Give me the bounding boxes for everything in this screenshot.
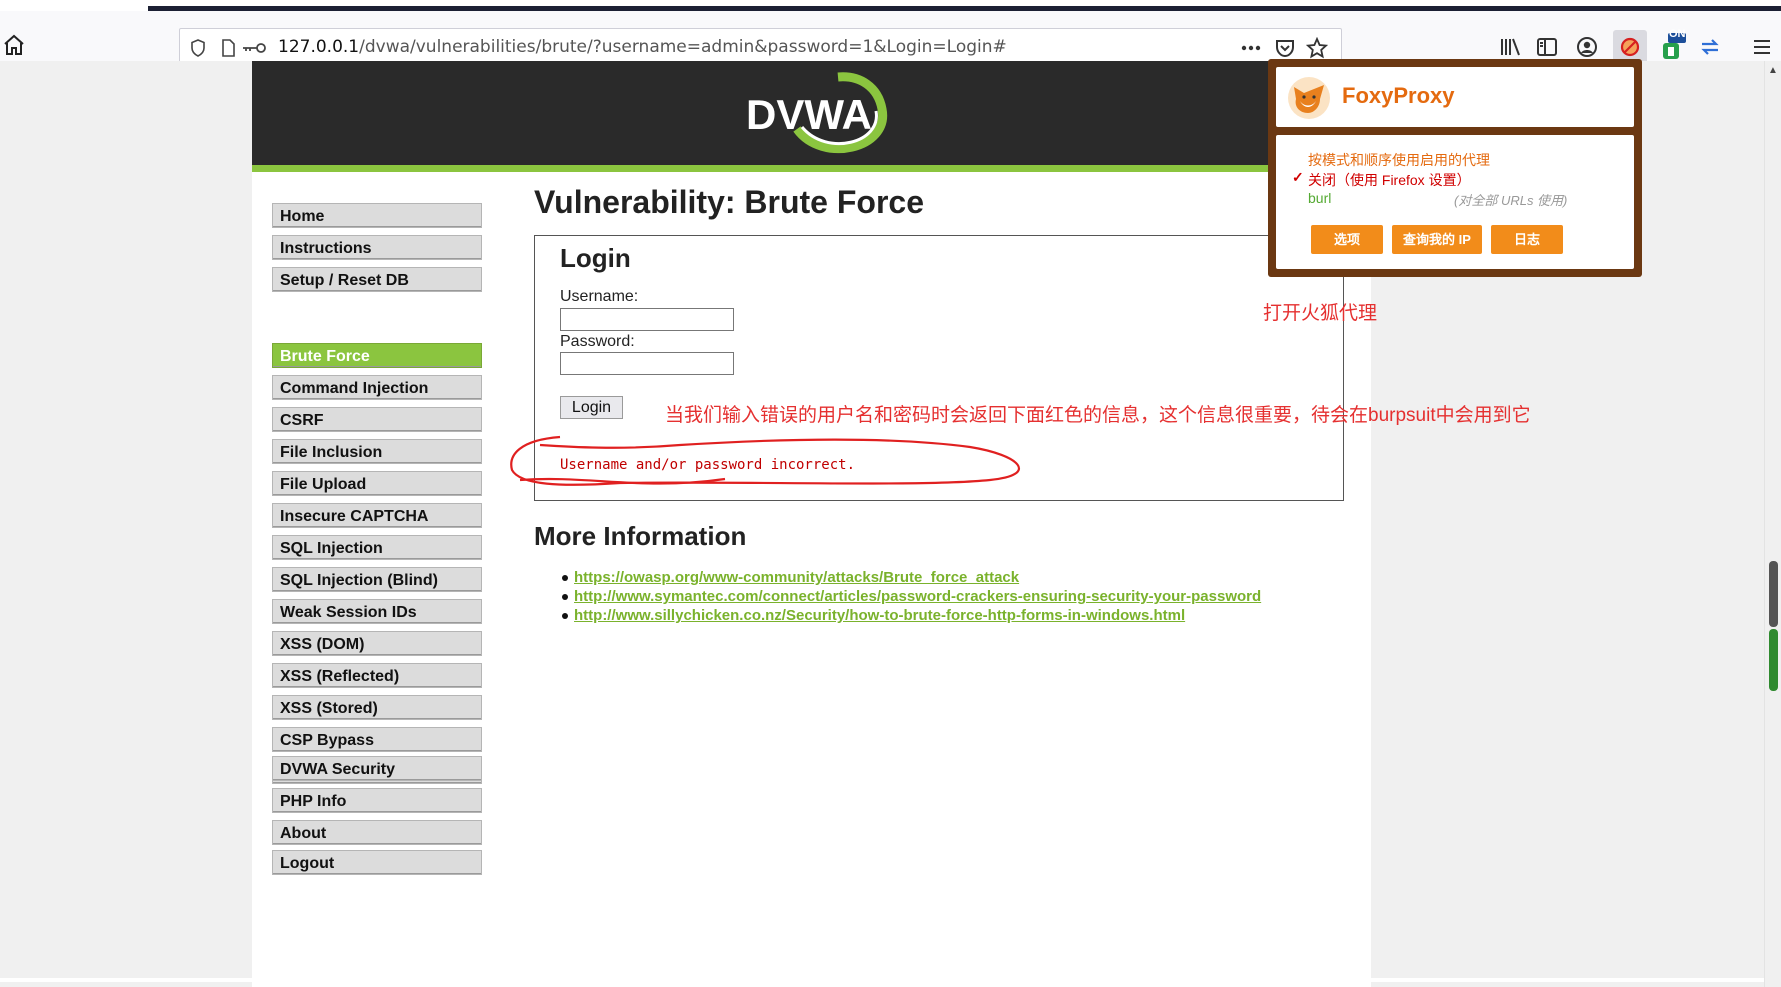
red-circle-scribble	[510, 435, 1021, 486]
url-host: 127.0.0.1	[278, 37, 360, 57]
url-text[interactable]: 127.0.0.1/dvwa/vulnerabilities/brute/?us…	[278, 37, 1007, 57]
foxyproxy-popup: FoxyProxy 按模式和顺序使用启用的代理 ✓ 关闭（使用 Firefox …	[1268, 59, 1642, 277]
sidebar-item-about[interactable]: About	[272, 820, 482, 845]
sidebar-item-command-injection[interactable]: Command Injection	[272, 375, 482, 400]
sidebar-item-logout[interactable]: Logout	[272, 850, 482, 875]
sync-icon[interactable]	[1698, 35, 1722, 59]
sidebar-item-dvwa-security[interactable]: DVWA Security	[272, 756, 482, 781]
username-label: Username:	[560, 288, 639, 305]
library-icon[interactable]	[1498, 35, 1522, 59]
header-green-bar	[252, 165, 1371, 172]
sidebar-item-php-info[interactable]: PHP Info	[272, 788, 482, 813]
list-item: http://www.symantec.com/connect/articles…	[562, 587, 1261, 606]
foxyproxy-off-icon	[1620, 37, 1640, 57]
account-icon[interactable]	[1575, 35, 1599, 59]
sidebar-item-csrf[interactable]: CSRF	[272, 407, 482, 432]
page-icon[interactable]	[218, 38, 238, 58]
foxyproxy-options: 按模式和顺序使用启用的代理 ✓ 关闭（使用 Firefox 设置） burl (…	[1276, 135, 1634, 269]
sidebar-item-home[interactable]: Home	[272, 203, 482, 228]
scroll-thumb[interactable]	[1769, 561, 1778, 627]
fox-logo-icon	[1288, 77, 1330, 119]
log-button[interactable]: 日志	[1491, 225, 1563, 254]
password-input[interactable]	[560, 352, 734, 375]
sidebar-item-file-upload[interactable]: File Upload	[272, 471, 482, 496]
sidebar-item-weak-session-ids[interactable]: Weak Session IDs	[272, 599, 482, 624]
proxy-scope-text: (对全部 URLs 使用)	[1454, 193, 1568, 208]
annotation-proxy-note: 打开火狐代理	[1263, 303, 1378, 324]
more-info-links: https://owasp.org/www-community/attacks/…	[562, 568, 1261, 625]
mode-off-option[interactable]: 关闭（使用 Firefox 设置）	[1308, 170, 1471, 190]
url-path: /dvwa/vulnerabilities/brute/?username=ad…	[359, 37, 1007, 57]
proxy-burl-option[interactable]: burl	[1308, 190, 1331, 206]
list-item: http://www.sillychicken.co.nz/Security/h…	[562, 606, 1261, 625]
shield-icon[interactable]	[188, 38, 208, 58]
extension-badge: ON	[1669, 28, 1686, 40]
annotation-error-note: 当我们输入错误的用户名和密码时会返回下面红色的信息，这个信息很重要，待会在bur…	[665, 405, 1531, 426]
scroll-thumb-marker	[1769, 629, 1778, 691]
pocket-icon[interactable]	[1274, 37, 1296, 59]
sidebar-item-setup-reset-db[interactable]: Setup / Reset DB	[272, 267, 482, 292]
bookmark-star-icon[interactable]	[1306, 37, 1328, 59]
svg-text:DVWA: DVWA	[746, 91, 872, 138]
symantec-link[interactable]: http://www.symantec.com/connect/articles…	[574, 588, 1261, 605]
sidebar-item-csp-bypass[interactable]: CSP Bypass	[272, 727, 482, 752]
login-button[interactable]: Login	[560, 396, 623, 419]
more-actions-icon[interactable]	[1240, 37, 1262, 59]
mode-patterns-option[interactable]: 按模式和顺序使用启用的代理	[1308, 150, 1490, 170]
check-icon: ✓	[1292, 169, 1304, 185]
browser-toolbar: 127.0.0.1/dvwa/vulnerabilities/brute/?us…	[0, 11, 1781, 68]
login-heading: Login	[560, 243, 631, 273]
sidebar-item-sql-injection[interactable]: SQL Injection	[272, 535, 482, 560]
list-item: https://owasp.org/www-community/attacks/…	[562, 568, 1261, 587]
sidebar-item-insecure-captcha[interactable]: Insecure CAPTCHA	[272, 503, 482, 528]
scroll-up-icon[interactable]: ▲	[1768, 65, 1778, 76]
sillychicken-link[interactable]: http://www.sillychicken.co.nz/Security/h…	[574, 607, 1185, 624]
owasp-link[interactable]: https://owasp.org/www-community/attacks/…	[574, 569, 1019, 586]
hamburger-menu-icon[interactable]	[1750, 35, 1774, 59]
vertical-scrollbar[interactable]: ▲	[1764, 61, 1781, 987]
dvwa-container: DVWA Home Instructions Setup / Reset DB Bru…	[252, 61, 1371, 987]
check-my-ip-button[interactable]: 查询我的 IP	[1392, 225, 1482, 254]
password-label: Password:	[560, 333, 635, 350]
home-icon[interactable]	[2, 33, 26, 57]
sidebar-item-brute-force[interactable]: Brute Force	[272, 343, 482, 368]
dvwa-header: DVWA	[252, 61, 1371, 165]
sidebar-item-instructions[interactable]: Instructions	[272, 235, 482, 260]
options-button[interactable]: 选项	[1311, 225, 1383, 254]
key-icon[interactable]	[240, 38, 268, 58]
sidebar-item-xss-dom[interactable]: XSS (DOM)	[272, 631, 482, 656]
sidebar-icon[interactable]	[1535, 35, 1559, 59]
page-title: Vulnerability: Brute Force	[534, 184, 924, 220]
foxyproxy-title: FoxyProxy	[1342, 83, 1455, 108]
more-info-heading: More Information	[534, 521, 747, 551]
foxyproxy-header: FoxyProxy	[1276, 67, 1634, 127]
sidebar-item-sql-injection-blind[interactable]: SQL Injection (Blind)	[272, 567, 482, 592]
dvwa-logo: DVWA	[746, 72, 888, 154]
sidebar-item-xss-reflected[interactable]: XSS (Reflected)	[272, 663, 482, 688]
sidebar-item-file-inclusion[interactable]: File Inclusion	[272, 439, 482, 464]
username-input[interactable]	[560, 308, 734, 331]
sidebar-item-xss-stored[interactable]: XSS (Stored)	[272, 695, 482, 720]
